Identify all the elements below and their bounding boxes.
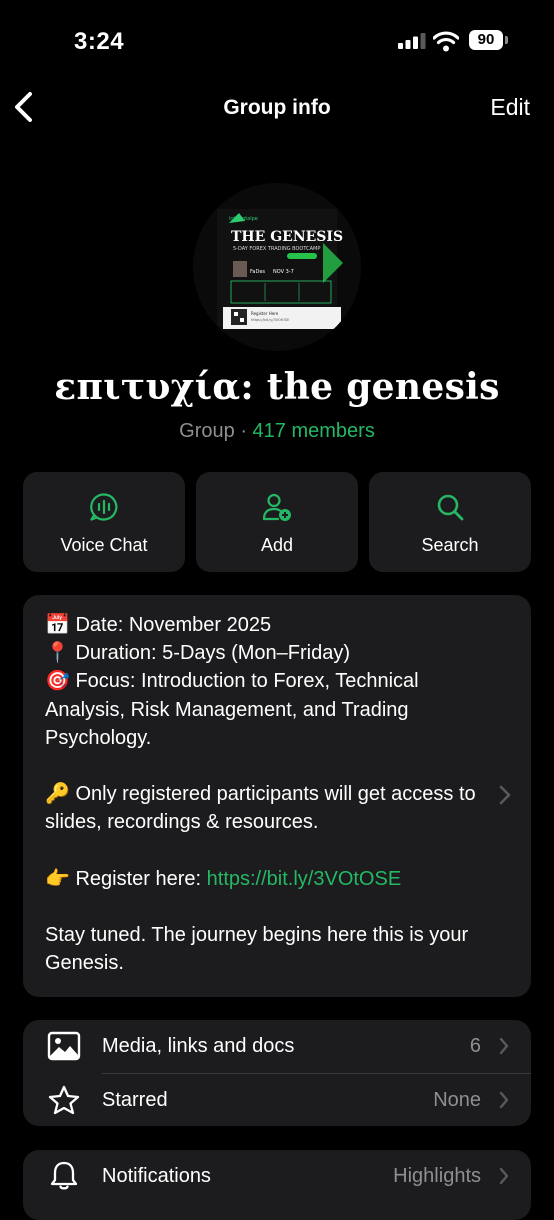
group-type: Group [179,420,235,442]
starred-row[interactable]: Starred None [23,1074,531,1126]
media-count: 6 [469,1035,481,1057]
media-label: Media, links and docs [102,1035,295,1057]
description-focus: 🎯 Focus: Introduction to Forex, Technica… [45,670,424,749]
group-subtitle: Group · 417 members [0,420,554,443]
description-access: 🔑 Only registered participants will get … [45,783,482,834]
status-bar: 3:24 90 [0,0,554,80]
edit-button[interactable]: Edit [490,94,530,121]
group-description[interactable]: 📅 Date: November 2025 📍 Duration: 5-Days… [23,595,531,997]
status-time: 3:24 [74,28,125,55]
chevron-right-icon [499,1091,509,1109]
star-icon [48,1085,80,1115]
search-label: Search [421,535,479,555]
cellular-signal-icon [398,33,426,49]
page-title: Group info [223,96,331,119]
starred-value: None [433,1089,481,1111]
poster-register-label: Register Here [251,311,279,316]
photo-icon [47,1031,81,1061]
starred-label: Starred [102,1089,168,1111]
register-prefix: 👉 Register here: [45,867,207,890]
group-name: επιτυχία: the genesis [54,366,500,408]
avatar-poster-image: interiqtalpe THE GENESIS 5-DAY FOREX TRA… [193,183,361,351]
media-starred-list: Media, links and docs 6 Starred None [23,1020,531,1126]
voice-chat-label: Voice Chat [60,535,148,555]
navigation-bar: Group info Edit [0,80,554,136]
register-link[interactable]: https://bit.ly/3VOtOSE [207,868,402,890]
wifi-icon [433,31,459,52]
notifications-label: Notifications [102,1165,211,1187]
search-button[interactable]: Search [369,472,531,572]
add-label: Add [260,535,294,555]
notifications-value: Highlights [393,1165,481,1187]
search-icon [437,494,464,521]
voice-chat-icon [90,493,118,521]
chevron-right-icon [499,1167,509,1185]
poster-title: THE GENESIS [231,229,343,245]
subtitle-separator: · [234,420,253,442]
description-date: 📅 Date: November 2025 [45,614,272,636]
poster-dates: NOV 3-7 [273,269,294,275]
media-links-docs-row[interactable]: Media, links and docs 6 [23,1020,531,1074]
battery-indicator: 90 [469,30,509,52]
add-button[interactable]: Add [196,472,358,572]
notifications-row[interactable]: Notifications Highlights [23,1150,531,1203]
description-duration: 📍 Duration: 5-Days (Mon–Friday) [45,642,350,665]
bell-icon [50,1161,78,1190]
poster-host: FaDes [250,269,265,275]
poster-subtitle: 5-DAY FOREX TRADING BOOTCAMP [233,246,320,252]
notifications-list: Notifications Highlights [23,1150,531,1220]
poster-register-url: https://bit.ly/3VOtOSE [251,318,289,322]
group-avatar[interactable]: interiqtalpe THE GENESIS 5-DAY FOREX TRA… [193,183,361,351]
battery-level: 90 [469,30,503,50]
poster-brand: interiqtalpe [229,216,258,222]
description-register: 👉 Register here: https://bit.ly/3VOtOSE [45,865,485,893]
description-closing: Stay tuned. The journey begins here this… [45,924,474,975]
battery-tip [505,36,508,44]
voice-chat-button[interactable]: Voice Chat [23,472,185,572]
member-count[interactable]: 417 members [253,420,375,442]
chevron-right-icon [499,785,511,805]
add-person-icon [262,493,291,521]
chevron-right-icon [499,1037,509,1055]
